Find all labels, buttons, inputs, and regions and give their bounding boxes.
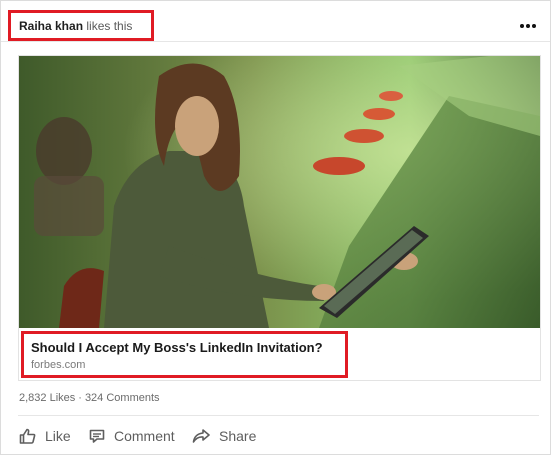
- separator-dot: ·: [78, 392, 82, 404]
- like-label: Like: [45, 428, 71, 444]
- divider: [18, 415, 539, 416]
- article-image[interactable]: [19, 56, 540, 328]
- article-preview[interactable]: Should I Accept My Boss's LinkedIn Invit…: [18, 55, 541, 381]
- share-label: Share: [219, 428, 257, 444]
- like-button[interactable]: Like: [19, 425, 71, 447]
- activity-text: Raiha khan likes this: [19, 18, 132, 34]
- article-photo: [19, 56, 540, 328]
- comments-count-link[interactable]: 324 Comments: [85, 392, 160, 404]
- comment-icon: [89, 429, 105, 443]
- comment-label: Comment: [114, 428, 175, 444]
- article-source: forbes.com: [31, 359, 86, 371]
- thumbs-up-icon: [19, 428, 36, 444]
- comment-button[interactable]: Comment: [89, 425, 175, 447]
- activity-action-text: likes this: [86, 19, 133, 33]
- article-title[interactable]: Should I Accept My Boss's LinkedIn Invit…: [31, 339, 323, 357]
- more-options-button[interactable]: [513, 22, 541, 32]
- activity-header: Raiha khan likes this: [1, 1, 550, 42]
- ellipsis-icon: [520, 24, 524, 28]
- share-icon: [192, 429, 210, 443]
- share-button[interactable]: Share: [192, 425, 256, 447]
- social-counts: 2,832 Likes · 324 Comments: [19, 391, 160, 405]
- actor-name-link[interactable]: Raiha khan: [19, 19, 83, 33]
- likes-count-link[interactable]: 2,832 Likes: [19, 392, 75, 404]
- feed-card: Raiha khan likes this Should I Accept My…: [0, 0, 551, 455]
